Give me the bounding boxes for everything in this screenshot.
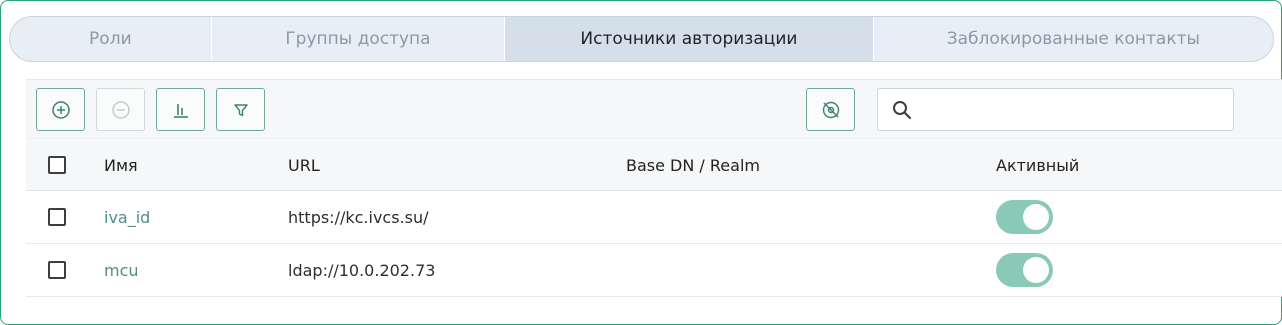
columns-button[interactable] xyxy=(156,88,205,131)
tab-bar: Роли Группы доступа Источники авторизаци… xyxy=(9,16,1274,62)
row-checkbox[interactable] xyxy=(48,208,66,226)
tab-roles[interactable]: Роли xyxy=(10,17,212,61)
table-header: Имя URL Base DN / Realm Активный xyxy=(26,138,1282,191)
row-url: https://kc.ivcs.su/ xyxy=(288,207,429,227)
add-button[interactable] xyxy=(36,88,85,131)
columns-icon xyxy=(173,103,188,118)
column-header-base-dn[interactable]: Base DN / Realm xyxy=(626,139,760,191)
filter-button[interactable] xyxy=(216,88,265,131)
table-row[interactable]: iva_id https://kc.ivcs.su/ xyxy=(26,191,1282,244)
panel-frame: Роли Группы доступа Источники авторизаци… xyxy=(0,0,1282,325)
tab-blocked-contacts[interactable]: Заблокированные контакты xyxy=(874,17,1273,61)
column-header-active[interactable]: Активный xyxy=(996,139,1079,191)
tab-auth-sources[interactable]: Источники авторизации xyxy=(505,17,874,61)
search-input[interactable] xyxy=(926,89,1233,130)
toggle-knob xyxy=(1023,257,1049,283)
active-toggle[interactable] xyxy=(996,253,1053,287)
eye-off-icon xyxy=(822,101,839,118)
hide-inactive-button[interactable] xyxy=(806,88,855,131)
table-row[interactable]: mcu ldap://10.0.202.73 xyxy=(26,244,1282,297)
plus-circle-icon xyxy=(51,100,70,119)
toggle-knob xyxy=(1023,204,1049,230)
minus-circle-icon xyxy=(111,100,130,119)
search-icon xyxy=(878,88,926,131)
filter-icon xyxy=(233,103,248,116)
remove-button[interactable] xyxy=(96,88,145,131)
column-header-name[interactable]: Имя xyxy=(104,139,138,191)
row-url: ldap://10.0.202.73 xyxy=(288,260,436,280)
row-checkbox[interactable] xyxy=(48,261,66,279)
row-name-link[interactable]: mcu xyxy=(104,244,139,296)
row-name-link[interactable]: iva_id xyxy=(104,191,150,243)
column-header-url[interactable]: URL xyxy=(288,139,320,191)
toolbar xyxy=(26,79,1282,138)
tab-access-groups[interactable]: Группы доступа xyxy=(212,17,506,61)
select-all-checkbox[interactable] xyxy=(48,156,66,174)
active-toggle[interactable] xyxy=(996,200,1053,234)
search-box[interactable] xyxy=(877,88,1234,131)
